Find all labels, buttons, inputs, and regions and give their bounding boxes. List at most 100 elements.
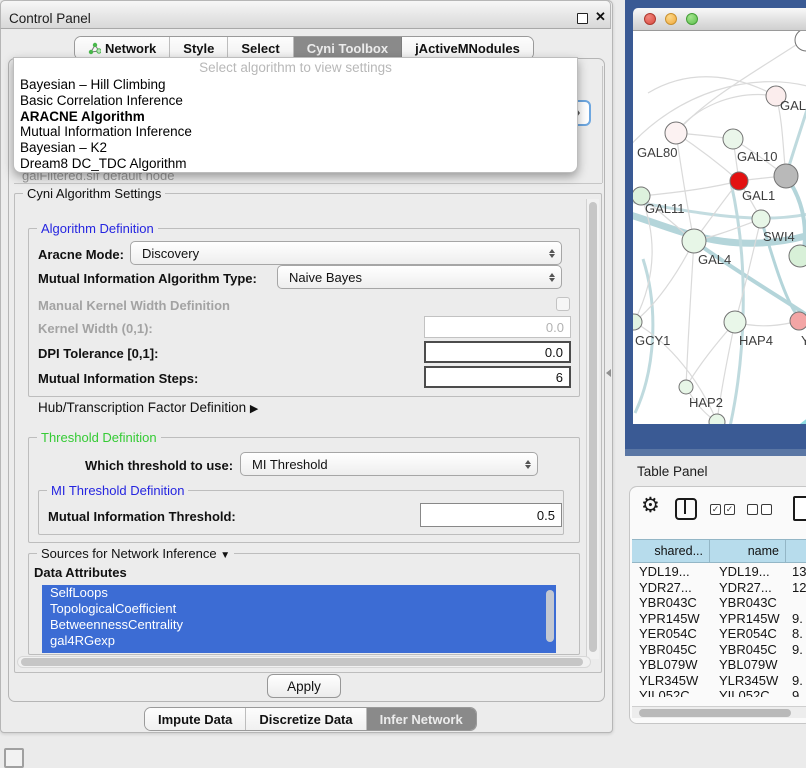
algorithm-list-item[interactable]: ARACNE Algorithm: [14, 109, 577, 125]
network-node[interactable]: [724, 311, 746, 333]
table-row[interactable]: YPR145W YPR145W 9.: [632, 611, 806, 627]
window-close-traffic-light[interactable]: [644, 13, 656, 25]
data-attribute-item[interactable]: TopologicalCoefficient: [42, 601, 556, 617]
network-edge[interactable]: [686, 322, 735, 387]
tab-style[interactable]: Style: [170, 37, 228, 59]
tab-select[interactable]: Select: [228, 37, 293, 59]
algorithm-list-item[interactable]: Dream8 DC_TDC Algorithm: [14, 156, 577, 172]
algorithm-list-item[interactable]: Basic Correlation Inference: [14, 93, 577, 109]
apply-button[interactable]: Apply: [267, 674, 341, 698]
control-panel-titlebar[interactable]: [0, 0, 611, 29]
network-node[interactable]: [790, 312, 806, 330]
data-attribute-item[interactable]: BetweennessCentrality: [42, 617, 556, 633]
mi-threshold-definition-title: MI Threshold Definition: [47, 483, 188, 498]
algorithm-list-item[interactable]: Bayesian – K2: [14, 140, 577, 156]
column-header-cut[interactable]: [786, 539, 806, 563]
window-zoom-traffic-light[interactable]: [686, 13, 698, 25]
mi-threshold-field[interactable]: 0.5: [420, 503, 562, 527]
combo-spinner-icon: [543, 249, 561, 258]
window-minimize-traffic-light[interactable]: [665, 13, 677, 25]
network-edge[interactable]: [641, 181, 739, 196]
document-icon[interactable]: [793, 496, 806, 521]
threshold-definition-title: Threshold Definition: [37, 430, 161, 445]
network-node[interactable]: [665, 122, 687, 144]
gear-icon[interactable]: ⚙: [641, 495, 660, 516]
table-row[interactable]: YDR27... YDR27... 12: [632, 580, 806, 596]
select-all-columns-icon[interactable]: ✓ ✓: [710, 504, 735, 515]
column-header-name[interactable]: name: [710, 539, 786, 563]
which-threshold-combo[interactable]: MI Threshold: [240, 452, 538, 476]
settings-horizontal-scrollbar-thumb[interactable]: [21, 658, 583, 666]
table-row[interactable]: YBL079W YBL079W: [632, 657, 806, 673]
table-horizontal-scrollbar[interactable]: [632, 706, 806, 718]
cyni-bottom-tabbar: Impute Data Discretize Data Infer Networ…: [144, 707, 477, 731]
data-attribute-item[interactable]: SelfLoops: [42, 585, 556, 601]
tab-jactivemnodules[interactable]: jActiveMNodules: [402, 37, 533, 59]
network-node[interactable]: [774, 164, 798, 188]
network-window-titlebar[interactable]: [633, 8, 806, 31]
algorithm-list-item[interactable]: Bayesian – Hill Climbing: [14, 77, 577, 93]
network-node[interactable]: [789, 245, 806, 267]
table-row[interactable]: YLR345W YLR345W 9.: [632, 673, 806, 689]
table-row[interactable]: YER054C YER054C 8.: [632, 626, 806, 642]
table-row[interactable]: YBR045C YBR045C 9.: [632, 642, 806, 658]
attributes-list-scrollbar-thumb[interactable]: [546, 590, 554, 642]
network-edge[interactable]: [676, 133, 694, 241]
data-attribute-item[interactable]: gal4RGexp: [42, 633, 556, 649]
table-row[interactable]: YBR043C YBR043C: [632, 595, 806, 611]
network-node[interactable]: [709, 414, 725, 424]
algorithm-select-popup: Select algorithm to view settings Bayesi…: [13, 57, 578, 173]
network-graph[interactable]: GALGAL80GAL10GAL1GAL11SWI4GAL4GCY1HAP4YH…: [633, 31, 806, 424]
hub-definition-expander[interactable]: Hub/Transcription Factor Definition ▶: [38, 400, 258, 415]
desktop-background-edge: [625, 449, 806, 456]
deselect-all-columns-icon[interactable]: [747, 504, 772, 515]
combo-spinner-icon: [519, 460, 537, 469]
tab-cyni-toolbox[interactable]: Cyni Toolbox: [294, 37, 402, 59]
float-panel-icon[interactable]: [577, 13, 588, 24]
columns-icon[interactable]: [675, 498, 697, 520]
network-node-label: GAL: [780, 98, 806, 113]
algorithm-list-item[interactable]: Mutual Information Inference: [14, 124, 577, 140]
network-edge[interactable]: [729, 183, 743, 424]
splitter-collapse-icon[interactable]: [606, 369, 611, 377]
hub-definition-label: Hub/Transcription Factor Definition: [38, 400, 246, 415]
column-header-shared-name[interactable]: shared...: [632, 539, 710, 563]
network-node[interactable]: [752, 210, 770, 228]
settings-horizontal-scrollbar[interactable]: [17, 656, 591, 668]
network-node[interactable]: [682, 229, 706, 253]
aracne-mode-combo[interactable]: Discovery: [130, 241, 562, 265]
network-node-label: Y: [801, 333, 806, 348]
tab-discretize-data[interactable]: Discretize Data: [246, 708, 366, 730]
mi-steps-field[interactable]: 6: [424, 366, 571, 388]
network-edge[interactable]: [634, 241, 694, 322]
close-icon[interactable]: ✕: [595, 9, 606, 25]
network-edge[interactable]: [686, 241, 694, 387]
settings-vertical-scrollbar[interactable]: [586, 199, 599, 659]
checked-box-icon: ✓: [724, 504, 735, 515]
network-node-label: HAP4: [739, 333, 773, 348]
expander-right-icon: ▶: [250, 403, 258, 415]
kernel-width-field[interactable]: 0.0: [424, 316, 571, 338]
tab-impute-data[interactable]: Impute Data: [145, 708, 246, 730]
manual-kernel-width-label: Manual Kernel Width Definition: [38, 298, 230, 313]
settings-vertical-scrollbar-thumb[interactable]: [589, 202, 597, 652]
table-horizontal-scrollbar-thumb[interactable]: [639, 709, 791, 717]
table-row[interactable]: YIL052C YIL052C 9.: [632, 688, 806, 697]
dpi-tolerance-field[interactable]: 0.0: [424, 341, 571, 363]
table-row[interactable]: YDL19... YDL19... 13: [632, 564, 806, 580]
network-node[interactable]: [795, 31, 806, 51]
tab-infer-network[interactable]: Infer Network: [367, 708, 476, 730]
network-node-label: GAL80: [637, 145, 677, 160]
network-edge[interactable]: [648, 77, 776, 96]
mi-algorithm-type-combo[interactable]: Naive Bayes: [277, 265, 562, 289]
network-edge[interactable]: [779, 419, 806, 424]
minimized-panel-icon[interactable]: [4, 748, 24, 768]
tab-network[interactable]: Network: [75, 37, 170, 59]
network-node[interactable]: [723, 129, 743, 149]
network-view-canvas[interactable]: GALGAL80GAL10GAL1GAL11SWI4GAL4GCY1HAP4YH…: [633, 31, 806, 424]
data-attributes-label: Data Attributes: [34, 565, 127, 580]
network-node[interactable]: [679, 380, 693, 394]
manual-kernel-width-checkbox[interactable]: [556, 297, 570, 311]
algorithm-select-prompt: Select algorithm to view settings: [14, 58, 577, 77]
mi-algorithm-type-label: Mutual Information Algorithm Type:: [38, 271, 257, 286]
